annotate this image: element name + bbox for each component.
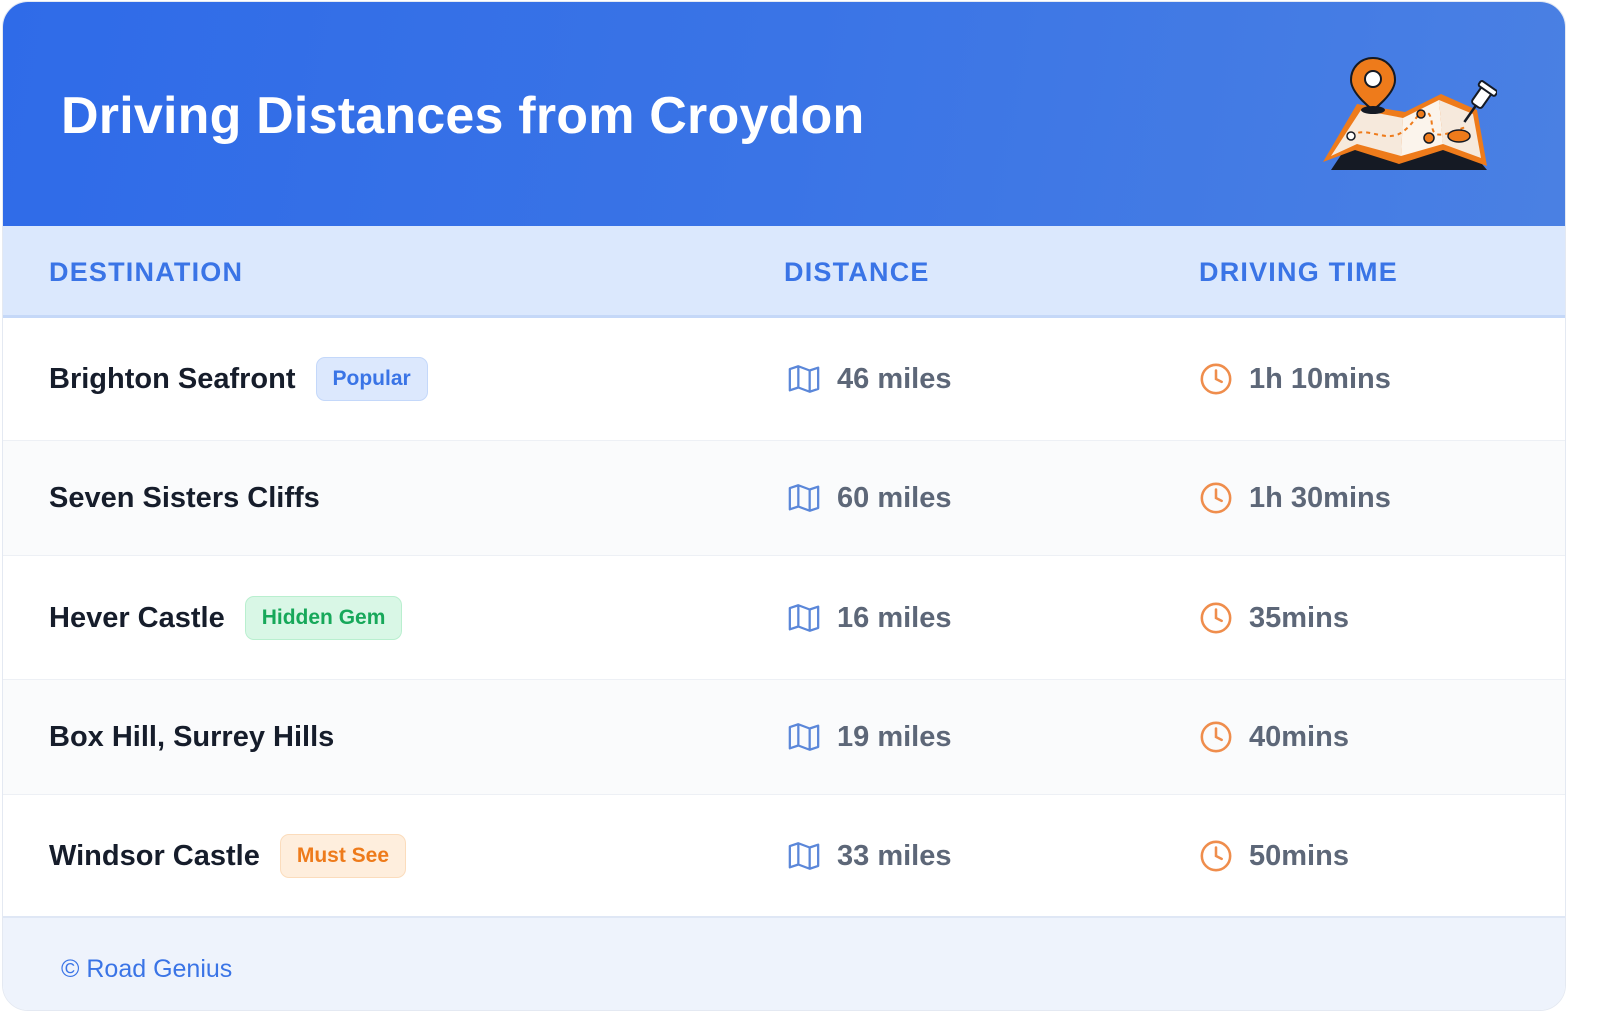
clock-icon bbox=[1200, 363, 1232, 395]
map-with-pin-icon bbox=[1323, 56, 1497, 170]
map-icon bbox=[788, 841, 820, 870]
page-title: Driving Distances from Croydon bbox=[61, 87, 865, 145]
column-header-driving-time: DRIVING TIME bbox=[1199, 257, 1398, 287]
driving-time-value: 1h 10mins bbox=[1249, 363, 1391, 395]
driving-time-value: 1h 30mins bbox=[1249, 482, 1391, 514]
table-header: DESTINATION DISTANCE DRIVING TIME bbox=[3, 226, 1565, 318]
table-row: Hever Castle Hidden Gem 16 miles 35mins bbox=[3, 556, 1565, 680]
badge-hidden-gem: Hidden Gem bbox=[244, 595, 403, 640]
map-icon bbox=[788, 484, 820, 512]
table-row: Windsor Castle Must See 33 miles 50mins bbox=[3, 795, 1565, 916]
column-header-destination: DESTINATION bbox=[49, 257, 244, 287]
badge-popular: Popular bbox=[315, 357, 428, 401]
driving-time-value: 50mins bbox=[1249, 839, 1349, 872]
distance-value: 60 miles bbox=[837, 482, 952, 514]
destination-name: Box Hill, Surrey Hills bbox=[49, 721, 335, 753]
distance-value: 33 miles bbox=[837, 839, 952, 872]
clock-icon bbox=[1200, 602, 1232, 633]
clock-icon bbox=[1200, 840, 1232, 871]
column-header-distance: DISTANCE bbox=[784, 257, 930, 287]
destination-name: Windsor Castle bbox=[49, 839, 260, 872]
clock-icon bbox=[1200, 721, 1232, 753]
card-header: Driving Distances from Croydon bbox=[3, 2, 1565, 226]
table-row: Seven Sisters Cliffs 60 miles 1h 30mins bbox=[3, 441, 1565, 556]
table-row: Brighton Seafront Popular 46 miles 1h 10… bbox=[3, 318, 1565, 441]
map-icon bbox=[788, 723, 820, 751]
map-icon bbox=[788, 603, 820, 632]
badge-must-see: Must See bbox=[279, 833, 407, 878]
driving-time-value: 35mins bbox=[1249, 601, 1349, 634]
table-row: Box Hill, Surrey Hills 19 miles 40mins bbox=[3, 680, 1565, 795]
copyright-text: © Road Genius bbox=[61, 955, 233, 983]
map-icon bbox=[788, 365, 820, 393]
distance-value: 19 miles bbox=[837, 721, 952, 753]
distance-value: 16 miles bbox=[837, 601, 952, 634]
clock-icon bbox=[1200, 482, 1232, 514]
destination-name: Brighton Seafront bbox=[49, 363, 296, 395]
distance-value: 46 miles bbox=[837, 363, 952, 395]
driving-time-value: 40mins bbox=[1249, 721, 1349, 753]
destination-name: Hever Castle bbox=[49, 601, 225, 634]
destination-name: Seven Sisters Cliffs bbox=[49, 482, 320, 514]
distance-card: Driving Distances from Croydon DESTINATI… bbox=[2, 1, 1566, 1011]
card-footer: © Road Genius bbox=[3, 916, 1565, 1010]
